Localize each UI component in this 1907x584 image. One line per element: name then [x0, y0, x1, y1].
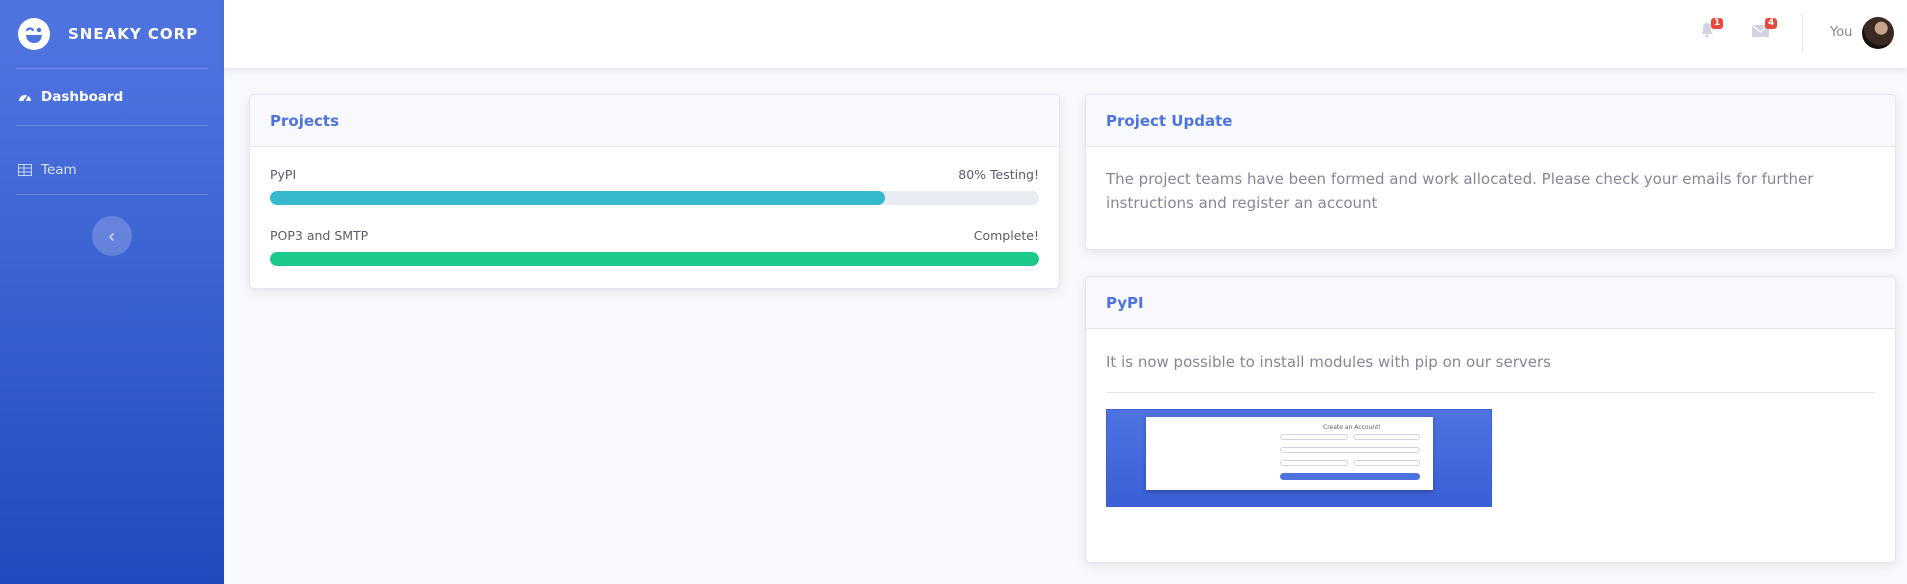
- sidebar-toggle-button[interactable]: [92, 216, 132, 256]
- progress-bar: [270, 252, 1039, 266]
- registration-screenshot-image: Create an Account!: [1106, 409, 1492, 507]
- table-icon: [18, 163, 32, 177]
- messages-count-badge: 4: [1765, 18, 1778, 29]
- laugh-wink-icon: [18, 18, 50, 50]
- pypi-card: PyPI It is now possible to install modul…: [1085, 276, 1896, 563]
- sidebar-item-dashboard[interactable]: Dashboard: [0, 69, 224, 125]
- sidebar-divider: [16, 194, 208, 195]
- sidebar: SNEAKY CORP Dashboard Team: [0, 0, 224, 584]
- messages-button[interactable]: 4: [1752, 18, 1778, 42]
- update-text: The project teams have been formed and w…: [1106, 170, 1814, 212]
- card-title: PyPI: [1086, 277, 1895, 329]
- alerts-button[interactable]: 1: [1700, 18, 1724, 42]
- sidebar-item-team[interactable]: Team: [0, 146, 224, 194]
- project-status: Complete!: [973, 228, 1039, 243]
- progress-bar: [270, 191, 886, 205]
- brand-name: SNEAKY CORP: [68, 25, 199, 43]
- project-name: POP3 and SMTP: [270, 228, 369, 243]
- project-status: 80% Testing!: [958, 167, 1039, 182]
- progress-track: [270, 191, 1039, 205]
- topbar: 1 4 You: [224, 0, 1907, 68]
- pypi-text: It is now possible to install modules wi…: [1106, 353, 1551, 371]
- tachometer-icon: [18, 90, 32, 104]
- alerts-count-badge: 1: [1711, 18, 1724, 29]
- user-name[interactable]: You: [1830, 25, 1852, 40]
- project-name: PyPI: [270, 167, 297, 182]
- projects-card: Projects PyPI 80% Testing! POP3 and SMTP…: [249, 94, 1060, 289]
- card-title: Project Update: [1086, 95, 1895, 147]
- screenshot-input: [1353, 434, 1420, 440]
- screenshot-input: [1280, 460, 1348, 466]
- topbar-divider: [1802, 14, 1803, 52]
- screenshot-input: [1353, 460, 1420, 466]
- sidebar-brand[interactable]: SNEAKY CORP: [0, 0, 224, 68]
- screenshot-form-card: Create an Account!: [1146, 417, 1433, 490]
- screenshot-input: [1280, 447, 1420, 453]
- sidebar-item-label: Team: [41, 162, 77, 178]
- screenshot-input: [1280, 434, 1348, 440]
- screenshot-title: Create an Account!: [1323, 424, 1381, 431]
- divider: [1106, 392, 1875, 393]
- project-update-card: Project Update The project teams have be…: [1085, 94, 1896, 250]
- card-title: Projects: [250, 95, 1059, 147]
- avatar[interactable]: [1862, 17, 1894, 49]
- progress-track: [270, 252, 1039, 266]
- screenshot-button: [1280, 473, 1420, 480]
- sidebar-item-label: Dashboard: [41, 89, 124, 105]
- chevron-left-icon: [107, 227, 117, 246]
